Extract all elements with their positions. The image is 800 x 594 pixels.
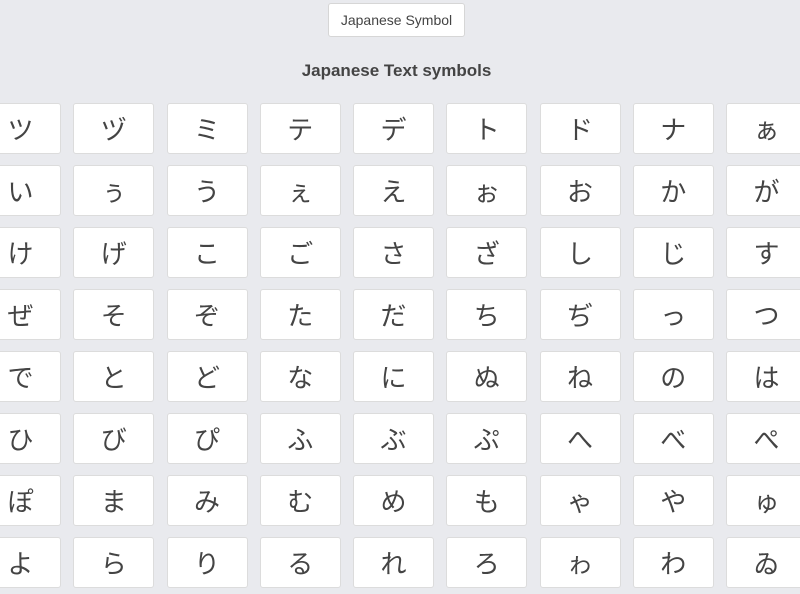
symbol-tile[interactable]: ツ — [0, 103, 61, 154]
symbol-tile[interactable]: ぶ — [353, 413, 434, 464]
symbol-tile[interactable]: ぴ — [166, 413, 248, 464]
symbol-tile[interactable]: さ — [353, 227, 434, 278]
symbol-tile[interactable]: か — [632, 165, 714, 216]
symbol-tile[interactable]: で — [0, 351, 61, 402]
symbol-tile[interactable]: ぁ — [726, 103, 800, 154]
symbol-tile[interactable]: い — [0, 165, 61, 216]
symbol-tile[interactable]: ド — [539, 103, 621, 154]
symbol-tile[interactable]: そ — [73, 289, 155, 340]
symbol-tile[interactable]: の — [632, 351, 714, 402]
symbol-tile[interactable]: ミ — [166, 103, 248, 154]
symbol-tile[interactable]: ち — [446, 289, 528, 340]
symbol-tile[interactable]: す — [726, 227, 800, 278]
symbol-tile[interactable]: と — [73, 351, 155, 402]
symbol-tile[interactable]: け — [0, 227, 61, 278]
symbol-tile[interactable]: わ — [632, 537, 714, 588]
symbol-tile[interactable]: ゐ — [726, 537, 800, 588]
symbol-tile[interactable]: ナ — [632, 103, 714, 154]
symbol-tile[interactable]: ぽ — [0, 475, 61, 526]
symbol-tile[interactable]: じ — [632, 227, 714, 278]
symbol-tile[interactable]: が — [726, 165, 800, 216]
symbol-tile[interactable]: ぅ — [73, 165, 155, 216]
symbol-tile[interactable]: ゃ — [539, 475, 621, 526]
symbol-tile[interactable]: ぇ — [259, 165, 341, 216]
symbol-tile[interactable]: ぺ — [726, 413, 800, 464]
symbol-tile[interactable]: ふ — [259, 413, 341, 464]
symbol-tile[interactable]: ぞ — [166, 289, 248, 340]
symbol-tile[interactable]: べ — [632, 413, 714, 464]
symbol-tile[interactable]: に — [353, 351, 434, 402]
symbol-tile[interactable]: ざ — [446, 227, 528, 278]
symbol-tile[interactable]: ト — [446, 103, 528, 154]
symbol-tile[interactable]: ら — [73, 537, 155, 588]
symbol-tile[interactable]: だ — [353, 289, 434, 340]
symbol-tile[interactable]: ひ — [0, 413, 61, 464]
symbol-tile[interactable]: み — [166, 475, 248, 526]
symbol-tile[interactable]: ろ — [446, 537, 528, 588]
symbol-tile[interactable]: め — [353, 475, 434, 526]
symbol-tile[interactable]: ゎ — [539, 537, 621, 588]
symbol-tile[interactable]: ヅ — [73, 103, 155, 154]
symbol-tile[interactable]: ぜ — [0, 289, 61, 340]
symbol-tile[interactable]: デ — [353, 103, 434, 154]
symbol-tile[interactable]: り — [166, 537, 248, 588]
symbol-tile[interactable]: う — [166, 165, 248, 216]
symbol-tile[interactable]: ね — [539, 351, 621, 402]
symbol-tile[interactable]: ぢ — [539, 289, 621, 340]
symbol-tile[interactable]: お — [539, 165, 621, 216]
symbol-tile[interactable]: ご — [259, 227, 341, 278]
symbol-tile[interactable]: る — [259, 537, 341, 588]
symbol-tile[interactable]: よ — [0, 537, 61, 588]
symbol-tile[interactable]: や — [632, 475, 714, 526]
symbol-tile[interactable]: し — [539, 227, 621, 278]
symbol-tile[interactable]: な — [259, 351, 341, 402]
page-title: Japanese Text symbols — [301, 61, 492, 80]
symbol-tile[interactable]: た — [259, 289, 341, 340]
symbol-tile[interactable]: ど — [166, 351, 248, 402]
symbol-tile[interactable]: っ — [632, 289, 714, 340]
symbol-tile[interactable]: ぬ — [446, 351, 528, 402]
symbol-tile[interactable]: び — [73, 413, 155, 464]
symbol-tile[interactable]: へ — [539, 413, 621, 464]
symbol-tile[interactable]: は — [726, 351, 800, 402]
symbol-tile[interactable]: ぉ — [446, 165, 528, 216]
symbol-tile[interactable]: テ — [259, 103, 341, 154]
symbol-tile[interactable]: こ — [166, 227, 248, 278]
symbol-tile[interactable]: ま — [73, 475, 155, 526]
symbol-tile[interactable]: れ — [353, 537, 434, 588]
symbol-tile[interactable]: ゅ — [726, 475, 800, 526]
symbol-tile[interactable]: も — [446, 475, 528, 526]
japanese-symbol-button[interactable]: Japanese Symbol — [328, 3, 465, 37]
symbol-tile[interactable]: ぷ — [446, 413, 528, 464]
symbol-tile[interactable]: え — [353, 165, 434, 216]
symbol-tile[interactable]: つ — [726, 289, 800, 340]
symbol-tile[interactable]: む — [259, 475, 341, 526]
symbol-tile[interactable]: げ — [73, 227, 155, 278]
